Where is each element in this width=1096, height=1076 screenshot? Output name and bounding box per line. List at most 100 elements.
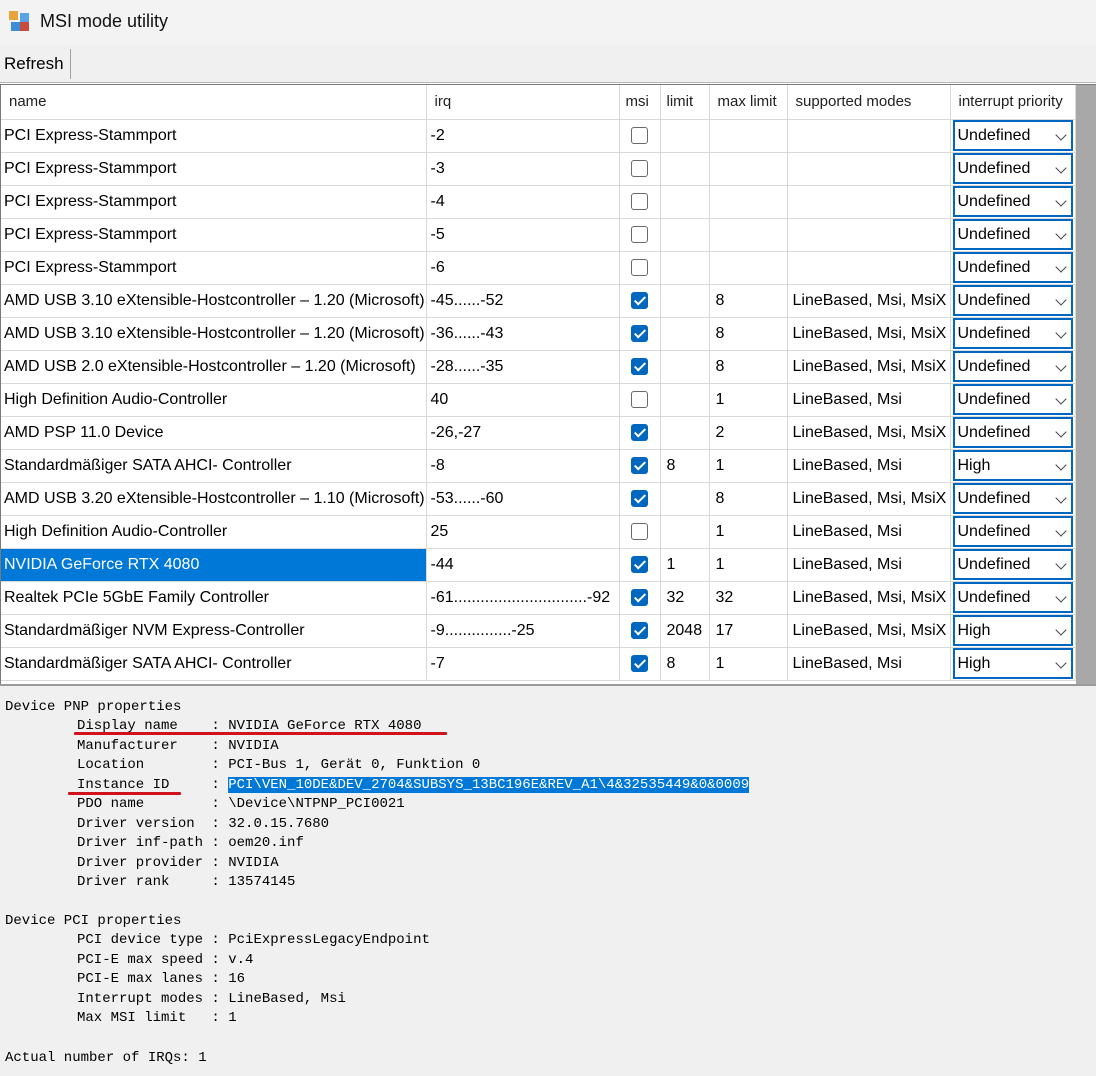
table-row[interactable]: PCI Express-Stammport -6 Undefined bbox=[1, 251, 1076, 285]
interrupt-priority-dropdown[interactable]: Undefined bbox=[952, 516, 1073, 547]
property-value[interactable]: v.4 bbox=[228, 952, 253, 968]
msi-checkbox[interactable] bbox=[631, 390, 648, 408]
msi-checkbox[interactable] bbox=[631, 621, 648, 639]
device-name-cell[interactable]: Standardmäßiger SATA AHCI- Controller bbox=[1, 449, 427, 483]
interrupt-priority-dropdown[interactable]: Undefined bbox=[952, 384, 1073, 415]
table-row[interactable]: Standardmäßiger SATA AHCI- Controller -7 8… bbox=[1, 647, 1076, 681]
table-row[interactable]: High Definition Audio-Controller 40 1 LineB… bbox=[1, 383, 1076, 417]
device-name-cell[interactable]: PCI Express-Stammport bbox=[1, 152, 427, 186]
chevron-down-icon[interactable] bbox=[1054, 228, 1067, 240]
msi-checkbox[interactable] bbox=[631, 258, 648, 276]
column-header-limit[interactable]: limit bbox=[660, 85, 710, 120]
interrupt-priority-dropdown[interactable]: High bbox=[952, 615, 1073, 646]
msi-checkbox[interactable] bbox=[631, 489, 648, 507]
column-header-name[interactable]: name bbox=[1, 85, 427, 120]
table-row[interactable]: PCI Express-Stammport -3 Undefined bbox=[1, 152, 1076, 186]
msi-checkbox[interactable] bbox=[631, 357, 648, 375]
interrupt-priority-dropdown[interactable]: Undefined bbox=[952, 483, 1073, 514]
property-value[interactable]: PCI\VEN_10DE&DEV_2704&SUBSYS_13BC196E&RE… bbox=[228, 776, 750, 793]
refresh-button[interactable]: Refresh bbox=[0, 49, 71, 79]
property-value[interactable]: NVIDIA bbox=[228, 738, 278, 754]
chevron-down-icon[interactable] bbox=[1054, 294, 1067, 306]
property-value[interactable]: PciExpressLegacyEndpoint bbox=[228, 932, 430, 948]
table-row[interactable]: PCI Express-Stammport -2 Undefined bbox=[1, 119, 1076, 153]
interrupt-priority-dropdown[interactable]: High bbox=[952, 450, 1073, 481]
interrupt-priority-dropdown[interactable]: Undefined bbox=[952, 153, 1073, 184]
property-value[interactable]: 16 bbox=[228, 971, 245, 987]
device-name-cell[interactable]: PCI Express-Stammport bbox=[1, 218, 427, 252]
property-value[interactable]: 13574145 bbox=[228, 874, 295, 890]
chevron-down-icon[interactable] bbox=[1054, 195, 1067, 207]
interrupt-priority-dropdown[interactable]: Undefined bbox=[952, 582, 1073, 613]
device-name-cell[interactable]: PCI Express-Stammport bbox=[1, 251, 427, 285]
table-row[interactable]: PCI Express-Stammport -5 Undefined bbox=[1, 218, 1076, 252]
property-value[interactable]: oem20.inf bbox=[228, 835, 304, 851]
msi-checkbox[interactable] bbox=[631, 654, 648, 672]
msi-checkbox[interactable] bbox=[631, 159, 648, 177]
device-name-cell[interactable]: AMD USB 2.0 eXtensible-Hostcontroller – … bbox=[1, 350, 427, 384]
table-row[interactable]: High Definition Audio-Controller 25 1 LineB… bbox=[1, 515, 1076, 549]
msi-checkbox[interactable] bbox=[631, 588, 648, 606]
property-value[interactable]: 1 bbox=[228, 1010, 236, 1026]
interrupt-priority-dropdown[interactable]: Undefined bbox=[952, 318, 1073, 349]
device-name-cell[interactable]: PCI Express-Stammport bbox=[1, 119, 427, 153]
table-row[interactable]: AMD PSP 11.0 Device -26,-27 2 LineBased, Ms… bbox=[1, 416, 1076, 450]
msi-checkbox[interactable] bbox=[631, 324, 648, 342]
chevron-down-icon[interactable] bbox=[1054, 261, 1067, 273]
chevron-down-icon[interactable] bbox=[1054, 327, 1067, 339]
property-value[interactable]: PCI-Bus 1, Gerät 0, Funktion 0 bbox=[228, 757, 480, 773]
device-name-cell[interactable]: High Definition Audio-Controller bbox=[1, 515, 427, 549]
chevron-down-icon[interactable] bbox=[1054, 657, 1067, 669]
interrupt-priority-dropdown[interactable]: Undefined bbox=[952, 285, 1073, 316]
chevron-down-icon[interactable] bbox=[1054, 393, 1067, 405]
chevron-down-icon[interactable] bbox=[1054, 525, 1067, 537]
table-row[interactable]: AMD USB 2.0 eXtensible-Hostcontroller – … bbox=[1, 350, 1076, 384]
msi-checkbox[interactable] bbox=[631, 522, 648, 540]
interrupt-priority-dropdown[interactable]: Undefined bbox=[952, 120, 1073, 151]
interrupt-priority-dropdown[interactable]: Undefined bbox=[952, 549, 1073, 580]
chevron-down-icon[interactable] bbox=[1054, 162, 1067, 174]
column-header-supported-modes[interactable]: supported modes bbox=[787, 85, 951, 120]
property-value[interactable]: \Device\NTPNP_PCI0021 bbox=[228, 796, 404, 812]
table-row[interactable]: AMD USB 3.10 eXtensible-Hostcontroller –… bbox=[1, 317, 1076, 351]
table-row[interactable]: Standardmäßiger NVM Express-Controller -9… bbox=[1, 614, 1076, 648]
device-name-cell[interactable]: AMD USB 3.10 eXtensible-Hostcontroller –… bbox=[1, 284, 427, 318]
table-row[interactable]: PCI Express-Stammport -4 Undefined bbox=[1, 185, 1076, 219]
table-row[interactable]: AMD USB 3.10 eXtensible-Hostcontroller –… bbox=[1, 284, 1076, 318]
msi-checkbox[interactable] bbox=[631, 225, 648, 243]
device-name-cell[interactable]: Realtek PCIe 5GbE Family Controller bbox=[1, 581, 427, 615]
chevron-down-icon[interactable] bbox=[1054, 129, 1067, 141]
chevron-down-icon[interactable] bbox=[1054, 360, 1067, 372]
device-name-cell[interactable]: Standardmäßiger NVM Express-Controller bbox=[1, 614, 427, 648]
table-row[interactable]: Realtek PCIe 5GbE Family Controller -61..… bbox=[1, 581, 1076, 615]
vertical-scrollbar[interactable] bbox=[1076, 85, 1096, 685]
property-value[interactable]: NVIDIA bbox=[228, 855, 278, 871]
msi-checkbox[interactable] bbox=[631, 192, 648, 210]
interrupt-priority-dropdown[interactable]: Undefined bbox=[952, 186, 1073, 217]
device-name-cell[interactable]: AMD USB 3.20 eXtensible-Hostcontroller –… bbox=[1, 482, 427, 516]
table-row[interactable]: NVIDIA GeForce RTX 4080 -44 1 1 LineBased, M… bbox=[1, 548, 1076, 582]
device-name-cell[interactable]: High Definition Audio-Controller bbox=[1, 383, 427, 417]
column-header-irq[interactable]: irq bbox=[426, 85, 620, 120]
chevron-down-icon[interactable] bbox=[1054, 558, 1067, 570]
chevron-down-icon[interactable] bbox=[1054, 492, 1067, 504]
column-header-max-limit[interactable]: max limit bbox=[709, 85, 788, 120]
interrupt-priority-dropdown[interactable]: Undefined bbox=[952, 219, 1073, 250]
chevron-down-icon[interactable] bbox=[1054, 624, 1067, 636]
msi-checkbox[interactable] bbox=[631, 126, 648, 144]
device-name-cell[interactable]: AMD PSP 11.0 Device bbox=[1, 416, 427, 450]
table-row[interactable]: AMD USB 3.20 eXtensible-Hostcontroller –… bbox=[1, 482, 1076, 516]
device-grid[interactable]: name irq msi limit max limit supported m… bbox=[0, 84, 1096, 685]
chevron-down-icon[interactable] bbox=[1054, 459, 1067, 471]
interrupt-priority-dropdown[interactable]: Undefined bbox=[952, 252, 1073, 283]
device-name-cell[interactable]: Standardmäßiger SATA AHCI- Controller bbox=[1, 647, 427, 681]
property-value[interactable]: 32.0.15.7680 bbox=[228, 816, 329, 832]
msi-checkbox[interactable] bbox=[631, 456, 648, 474]
table-row[interactable]: Standardmäßiger SATA AHCI- Controller -8 8… bbox=[1, 449, 1076, 483]
device-properties-panel[interactable]: Device PNP properties Display name : NVI… bbox=[0, 684, 1096, 1076]
interrupt-priority-dropdown[interactable]: High bbox=[952, 648, 1073, 679]
chevron-down-icon[interactable] bbox=[1054, 591, 1067, 603]
column-header-msi[interactable]: msi bbox=[619, 85, 661, 120]
chevron-down-icon[interactable] bbox=[1054, 426, 1067, 438]
msi-checkbox[interactable] bbox=[631, 423, 648, 441]
